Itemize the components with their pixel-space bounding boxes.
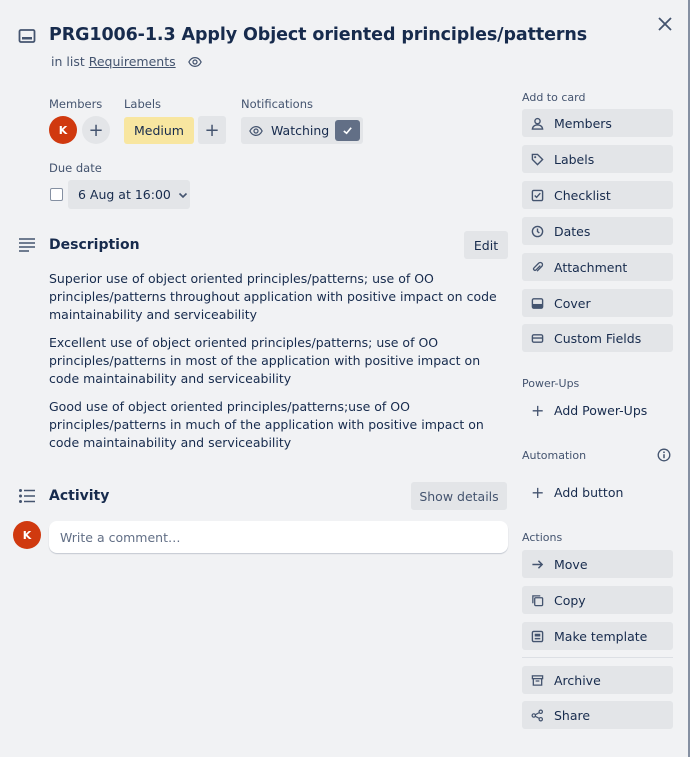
labels-label: Labels xyxy=(124,97,162,111)
tag-icon xyxy=(531,153,544,166)
show-details-button[interactable]: Show details xyxy=(411,482,507,510)
sidebar-button-label: Copy xyxy=(554,592,586,608)
info-icon xyxy=(657,448,671,462)
close-icon xyxy=(658,17,672,31)
chevron-down-icon xyxy=(178,192,187,198)
comment-input[interactable]: Write a comment… xyxy=(49,521,508,553)
sidebar-button-label: Labels xyxy=(554,151,595,167)
template-icon xyxy=(531,630,544,642)
add-label-button[interactable]: + xyxy=(198,116,226,144)
due-complete-checkbox[interactable] xyxy=(50,188,63,201)
members-label: Members xyxy=(49,97,103,111)
clock-icon xyxy=(531,225,544,237)
sidebar-button-label: Cover xyxy=(554,295,591,311)
description-paragraph: Excellent use of object oriented princip… xyxy=(49,335,481,386)
sidebar-button-label: Dates xyxy=(554,223,591,239)
watching-check xyxy=(335,120,360,141)
add-power-ups-label: Add Power-Ups xyxy=(554,402,648,418)
sidebar-dates-button[interactable]: Dates xyxy=(522,217,673,245)
commenter-avatar[interactable]: K xyxy=(13,521,41,549)
eye-icon xyxy=(249,125,263,136)
sidebar-button-label: Make template xyxy=(554,628,648,644)
sidebar-button-label: Attachment xyxy=(554,259,628,275)
archive-button[interactable]: Archive xyxy=(522,666,673,694)
cover-icon xyxy=(531,297,544,309)
automation-info-button[interactable] xyxy=(655,446,673,464)
card-title[interactable]: PRG1006-1.3 Apply Object oriented princi… xyxy=(49,25,587,45)
share-icon xyxy=(531,709,544,721)
description-body[interactable]: Superior use of object oriented principl… xyxy=(49,270,509,462)
add-member-button[interactable]: + xyxy=(82,116,110,144)
label-chip-medium[interactable]: Medium xyxy=(124,117,194,144)
arrow-right-icon xyxy=(532,559,544,569)
plus-icon: + xyxy=(88,119,104,141)
share-button[interactable]: Share xyxy=(522,701,673,729)
sidebar-members-button[interactable]: Members xyxy=(522,109,673,137)
notifications-label: Notifications xyxy=(241,97,313,111)
copy-button[interactable]: Copy xyxy=(522,586,673,614)
sidebar-button-label: Share xyxy=(554,707,591,723)
sidebar-checklist-button[interactable]: Checklist xyxy=(522,181,673,209)
sidebar-attachment-button[interactable]: Attachment xyxy=(522,253,673,281)
add-to-card-label: Add to card xyxy=(522,91,586,104)
card-icon xyxy=(18,29,36,43)
due-date-label: Due date xyxy=(49,161,102,175)
eye-icon xyxy=(187,56,202,67)
activity-title: Activity xyxy=(49,488,110,504)
copy-icon xyxy=(532,594,544,606)
member-avatar[interactable]: K xyxy=(49,116,77,144)
description-title: Description xyxy=(49,237,140,253)
plus-icon: + xyxy=(531,482,545,502)
person-icon xyxy=(531,117,544,130)
add-button-button[interactable]: + Add button xyxy=(522,478,673,506)
sidebar-button-label: Members xyxy=(554,115,612,131)
due-date-button[interactable]: 6 Aug at 16:00 xyxy=(68,180,190,209)
activity-icon xyxy=(19,489,35,503)
card-detail-modal: PRG1006-1.3 Apply Object oriented princi… xyxy=(0,0,690,757)
sidebar-button-label: Move xyxy=(554,556,588,572)
check-icon xyxy=(343,127,352,135)
sidebar-cover-button[interactable]: Cover xyxy=(522,289,673,317)
checklist-icon xyxy=(531,189,544,201)
edit-description-button[interactable]: Edit xyxy=(464,231,508,259)
add-power-ups-button[interactable]: + Add Power-Ups xyxy=(522,396,673,424)
description-icon xyxy=(19,238,35,252)
actions-divider xyxy=(522,657,673,658)
automation-label: Automation xyxy=(522,449,587,462)
sidebar-button-label: Checklist xyxy=(554,187,611,203)
sidebar-button-label: Archive xyxy=(554,672,601,688)
description-paragraph: Good use of object oriented principles/p… xyxy=(49,399,484,450)
custom-fields-icon xyxy=(531,333,544,343)
due-date-value: 6 Aug at 16:00 xyxy=(78,187,171,202)
close-button[interactable] xyxy=(652,11,678,37)
sidebar-custom-fields-button[interactable]: Custom Fields xyxy=(522,324,673,352)
make-template-button[interactable]: Make template xyxy=(522,622,673,650)
in-list-info: in list Requirements xyxy=(51,54,202,69)
sidebar-button-label: Custom Fields xyxy=(554,330,642,346)
list-link[interactable]: Requirements xyxy=(89,54,176,69)
plus-icon: + xyxy=(531,400,545,420)
sidebar-labels-button[interactable]: Labels xyxy=(522,145,673,173)
move-button[interactable]: Move xyxy=(522,550,673,578)
paperclip-icon xyxy=(532,261,544,272)
watch-button[interactable]: Watching xyxy=(241,117,363,144)
description-paragraph: Superior use of object oriented principl… xyxy=(49,271,497,322)
watch-label: Watching xyxy=(271,123,330,138)
plus-icon: + xyxy=(204,119,220,141)
actions-label: Actions xyxy=(522,531,563,544)
power-ups-label: Power-Ups xyxy=(522,377,580,390)
archive-icon xyxy=(531,674,544,686)
in-list-prefix: in list xyxy=(51,54,85,69)
add-button-label: Add button xyxy=(554,484,624,500)
